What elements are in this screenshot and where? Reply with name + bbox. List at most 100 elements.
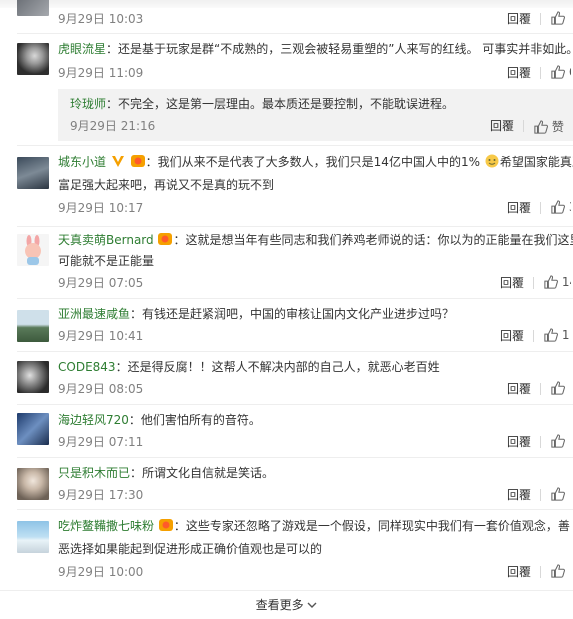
comment-date: 9月29日 11:09 [58, 66, 144, 80]
comment-text-line2: 富足强大起来吧，再说又不是真的玩不到 [58, 178, 275, 192]
comment-0: 9月29日 10:03 回覆 [0, 0, 573, 33]
avatar[interactable] [17, 361, 49, 393]
like-button[interactable]: 6 [551, 65, 571, 81]
avatar[interactable] [17, 521, 49, 553]
like-button[interactable]: 3 [551, 200, 571, 216]
like-button[interactable]: 1 [544, 328, 571, 344]
medal-badge-icon [158, 519, 173, 531]
comment-date: 9月29日 21:16 [70, 119, 156, 133]
comment-text: ：所谓文化自信就是笑话。 [130, 466, 275, 480]
comment-text: ：他们害怕所有的音符。 [128, 413, 261, 427]
avatar[interactable] [17, 0, 49, 16]
username[interactable]: 只是积木而已 [58, 466, 130, 480]
reply-button[interactable]: 回覆 [507, 65, 531, 81]
like-button[interactable] [551, 434, 571, 450]
medal-badge-icon [158, 233, 173, 245]
comment-text: ：还是基于玩家是群“不成熟的，三观会被轻易重塑的”人来写的红线。 可事实并非如此… [106, 42, 573, 56]
divider [0, 590, 573, 591]
v-badge-icon [111, 156, 124, 167]
like-count: 14 [561, 275, 571, 289]
comment-text: ：我们从来不是代表了大多数人，我们只是14亿中国人中的1% [145, 155, 480, 169]
username[interactable]: 虎眼流星 [58, 42, 106, 56]
thumbs-up-icon [551, 381, 565, 395]
thumbs-up-icon [551, 434, 565, 448]
divider [540, 13, 541, 25]
see-more-button[interactable]: 查看更多 [0, 592, 573, 618]
username[interactable]: 亚洲最速咸鱼 [58, 307, 130, 321]
like-button[interactable]: 14 [544, 275, 571, 291]
divider [523, 120, 524, 132]
comment-date: 9月29日 07:05 [58, 276, 144, 290]
comment-date: 9月29日 10:00 [58, 565, 144, 579]
reply-button[interactable]: 回覆 [507, 11, 531, 27]
comment-text-cont: 希望国家能真正 [499, 155, 573, 169]
comment-item: 天真卖萌Bernard ：这就是想当年有些同志和我们养鸡老师说的话：你以为的正能… [0, 226, 573, 298]
thumbs-up-icon [551, 11, 565, 25]
comment-text: ：有钱还是赶紧润吧，中国的审核让国内文化产业进步过吗？ [130, 307, 455, 321]
comment-text: ：还是得反腐！！这帮人不解决内部的自己人，就恶心老百姓 [115, 360, 440, 374]
like-button[interactable] [551, 487, 571, 503]
like-button[interactable] [551, 11, 571, 27]
reply-button[interactable]: 回覆 [490, 118, 514, 134]
divider [533, 330, 534, 342]
reply-button[interactable]: 回覆 [507, 381, 531, 397]
comment-item: 海边轻风720：他们害怕所有的音符。 9月29日 07:11 回覆 [0, 404, 573, 457]
comment-date: 9月29日 17:30 [58, 488, 144, 502]
comment-date: 9月29日 10:41 [58, 329, 144, 343]
username[interactable]: CODE843 [58, 360, 116, 374]
chevron-down-icon [307, 602, 317, 608]
reply-button[interactable]: 回覆 [500, 328, 524, 344]
divider [533, 277, 534, 289]
comment-date: 9月29日 10:17 [58, 201, 144, 215]
username[interactable]: 天真卖萌Bernard [58, 233, 154, 247]
username[interactable]: 吃炸鳌鞴撒七味粉 [58, 519, 154, 533]
divider [540, 67, 541, 79]
see-more-label: 查看更多 [255, 598, 304, 612]
username[interactable]: 城东小道 [58, 155, 106, 169]
comment-text: ：这些专家还忽略了游戏是一个假设，同样现实中我们有一套价值观念，善 [173, 519, 570, 533]
comment-date: 9月29日 07:11 [58, 435, 144, 449]
emoji-icon [485, 154, 499, 168]
divider [540, 489, 541, 501]
comment-item: 虎眼流星：还是基于玩家是群“不成熟的，三观会被轻易重塑的”人来写的红线。 可事实… [0, 33, 573, 145]
divider [540, 436, 541, 448]
like-count: 6 [569, 65, 571, 79]
thumbs-up-icon [551, 200, 565, 214]
like-label: 赞 [551, 120, 564, 134]
comment-text-line2: 可能就不是正能量 [58, 254, 155, 268]
comment-date: 9月29日 10:03 [58, 12, 144, 26]
like-button[interactable] [551, 564, 571, 580]
thumbs-up-icon [551, 65, 565, 79]
avatar[interactable] [17, 310, 49, 342]
comment-text-line2: 恶选择如果能起到促进形成正确价值观也是可以的 [58, 542, 323, 556]
avatar[interactable] [17, 157, 49, 189]
avatar[interactable] [17, 468, 49, 500]
comment-date: 9月29日 08:05 [58, 382, 144, 396]
reply-button[interactable]: 回覆 [507, 434, 531, 450]
thumbs-up-icon [534, 120, 548, 134]
username[interactable]: 玲珑师 [70, 97, 106, 111]
sub-reply: 玲珑师：不完全，这是第一层理由。最本质还是要控制，不能耽误进程。 9月29日 2… [58, 89, 573, 141]
reply-button[interactable]: 回覆 [507, 487, 531, 503]
reply-button[interactable]: 回覆 [500, 275, 524, 291]
like-button[interactable]: 赞 [534, 118, 570, 134]
comment-text: ：这就是想当年有些同志和我们养鸡老师说的话：你以为的正能量在我们这里 [173, 233, 573, 247]
comment-item: CODE843：还是得反腐！！这帮人不解决内部的自己人，就恶心老百姓 9月29日… [0, 351, 573, 404]
thumbs-up-icon [544, 275, 558, 289]
divider [540, 566, 541, 578]
avatar[interactable] [17, 413, 49, 445]
reply-button[interactable]: 回覆 [507, 564, 531, 580]
like-button[interactable] [551, 381, 571, 397]
divider [540, 202, 541, 214]
comment-item: 城东小道 ：我们从来不是代表了大多数人，我们只是14亿中国人中的1% 希望国家能… [0, 145, 573, 226]
avatar[interactable] [17, 234, 49, 266]
thumbs-up-icon [551, 564, 565, 578]
comment-item: 吃炸鳌鞴撒七味粉 ：这些专家还忽略了游戏是一个假设，同样现实中我们有一套价值观念… [0, 509, 573, 589]
thumbs-up-icon [544, 328, 558, 342]
divider [540, 383, 541, 395]
thumbs-up-icon [551, 487, 565, 501]
username[interactable]: 海边轻风720 [58, 413, 129, 427]
reply-button[interactable]: 回覆 [507, 200, 531, 216]
avatar[interactable] [17, 43, 49, 75]
like-count: 3 [569, 200, 571, 214]
